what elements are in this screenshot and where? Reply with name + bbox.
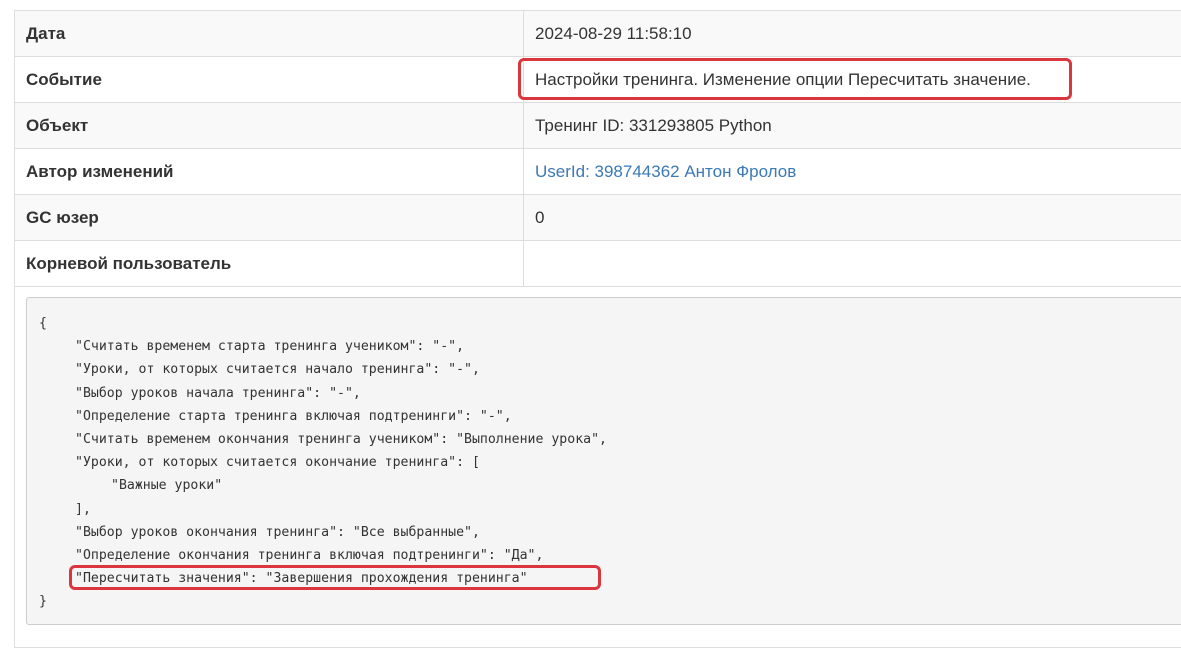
details-table: Дата 2024-08-29 11:58:10 Событие Настрой… <box>15 11 1181 287</box>
row-value-event-container: Настройки тренинга. Изменение опции Пере… <box>518 57 1181 102</box>
row-date: Дата 2024-08-29 11:58:10 <box>15 11 1181 57</box>
row-label: Объект <box>15 103 524 148</box>
row-value-gc-user: 0 <box>535 207 545 227</box>
code-close-brace: } <box>39 594 47 610</box>
code-line: "Уроки, от которых считается начало трен… <box>75 362 480 378</box>
code-open-brace: { <box>39 316 47 331</box>
row-root-user: Корневой пользователь <box>15 241 1181 287</box>
code-line: "Считать временем старта тренинга ученик… <box>75 339 465 355</box>
row-label: GC юзер <box>15 195 524 240</box>
code-line: "Считать временем окончания тренинга уче… <box>75 431 607 447</box>
author-link[interactable]: UserId: 398744362 Антон Фролов <box>535 162 796 182</box>
row-label: Корневой пользователь <box>15 241 524 286</box>
row-value-author-container: UserId: 398744362 Антон Фролов <box>524 149 1181 194</box>
code-nested-item: "Важные уроки" <box>111 478 223 494</box>
code-line: "Уроки, от которых считается окончание т… <box>75 455 480 471</box>
code-line-highlighted-container: "Пересчитать значения": "Завершения прох… <box>39 565 1181 591</box>
code-line: "Выбор уроков окончания тренинга": "Все … <box>75 524 480 540</box>
audit-details-panel: Дата 2024-08-29 11:58:10 Событие Настрой… <box>14 10 1181 648</box>
row-label: Событие <box>15 57 524 102</box>
json-code: { "Считать временем старта тренинга учени… <box>27 298 1181 613</box>
row-value-date: 2024-08-29 11:58:10 <box>535 23 692 43</box>
code-line: "Определение старта тренинга включая под… <box>75 408 512 424</box>
row-object: Объект Тренинг ID: 331293805 Python <box>15 103 1181 149</box>
json-diff-block: { "Считать временем старта тренинга учени… <box>26 297 1181 625</box>
row-value-root-user <box>524 241 1181 286</box>
code-line-highlighted: "Пересчитать значения": "Завершения прох… <box>75 571 528 587</box>
row-label: Автор изменений <box>15 149 524 194</box>
code-line: "Определение окончания тренинга включая … <box>75 547 544 563</box>
code-close-bracket: ], <box>75 501 91 517</box>
row-author: Автор изменений UserId: 398744362 Антон … <box>15 149 1181 195</box>
row-event: Событие Настройки тренинга. Изменение оп… <box>15 57 1181 103</box>
row-gc-user: GC юзер 0 <box>15 195 1181 241</box>
row-value-object: Тренинг ID: 331293805 Python <box>535 115 772 135</box>
row-label: Дата <box>15 11 524 56</box>
row-value-event: Настройки тренинга. Изменение опции Пере… <box>535 69 1031 89</box>
code-line: "Выбор уроков начала тренинга": "-", <box>75 385 361 401</box>
